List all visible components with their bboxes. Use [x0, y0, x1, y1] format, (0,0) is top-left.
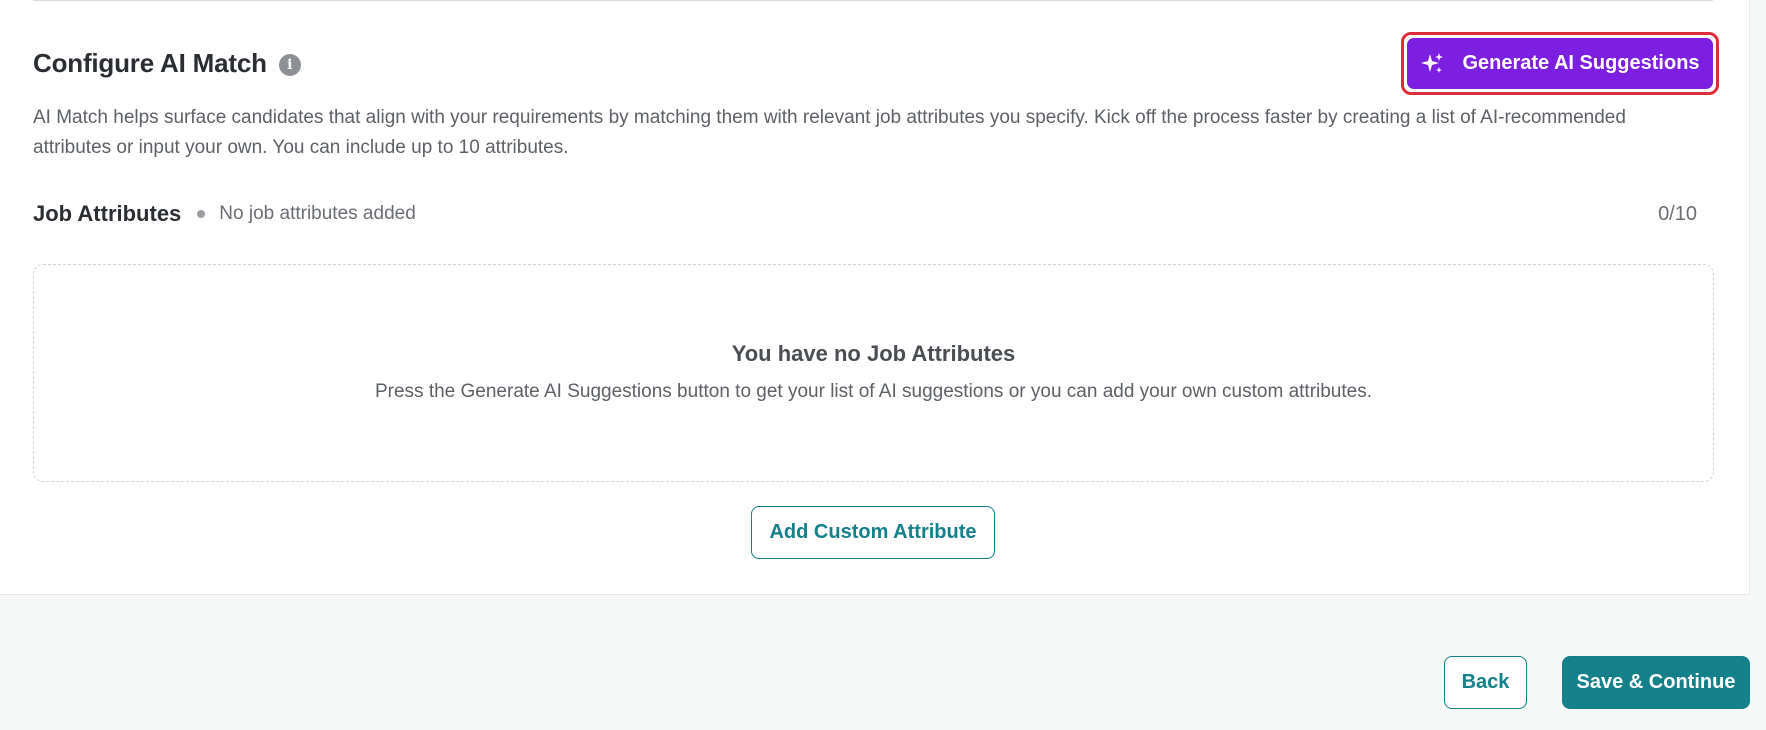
section-divider — [33, 0, 1713, 1]
job-attributes-title: Job Attributes — [33, 201, 182, 226]
save-continue-button[interactable]: Save & Continue — [1562, 656, 1750, 709]
job-attributes-status: No job attributes added — [219, 203, 416, 224]
separator-dot — [197, 210, 206, 218]
section-description: AI Match helps surface candidates that a… — [33, 107, 1626, 158]
empty-state-box: You have no Job Attributes Press the Gen… — [33, 264, 1714, 482]
info-icon[interactable]: i — [278, 54, 301, 76]
attribute-count: 0/10 — [1658, 203, 1697, 225]
generate-ai-suggestions-button[interactable]: Generate AI Suggestions — [1407, 38, 1713, 89]
back-button[interactable]: Back — [1444, 656, 1527, 709]
page-title: Configure AI Match — [33, 48, 267, 78]
section-header: Configure AI Match i — [33, 48, 301, 79]
job-attributes-header: Job Attributes No job attributes added — [33, 201, 416, 227]
generate-button-label: Generate AI Suggestions — [1462, 52, 1700, 74]
empty-state-title: You have no Job Attributes — [731, 341, 1016, 366]
sparkle-icon — [1420, 52, 1444, 76]
empty-state-message: Press the Generate AI Suggestions button… — [374, 381, 1373, 402]
add-custom-attribute-button[interactable]: Add Custom Attribute — [751, 506, 995, 559]
generate-button-highlight: Generate AI Suggestions — [1401, 32, 1719, 95]
configure-ai-match-card: Configure AI Match i Generate AI Suggest… — [0, 0, 1750, 595]
